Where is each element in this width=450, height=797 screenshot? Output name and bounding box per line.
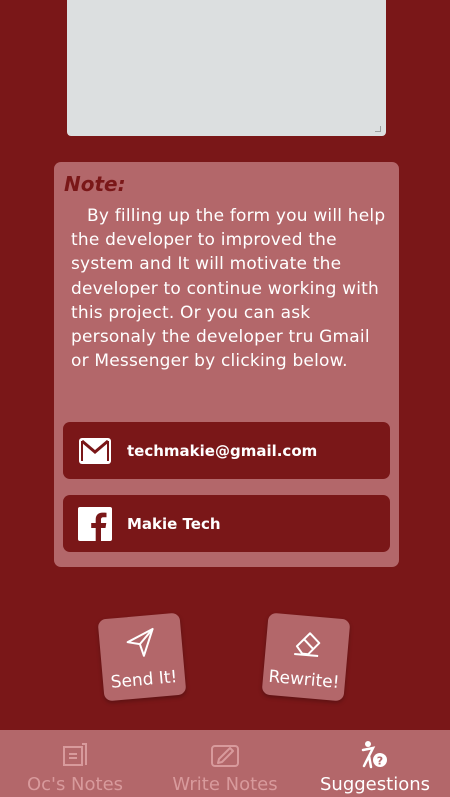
send-icon <box>122 625 159 662</box>
send-label: Send It! <box>109 667 179 693</box>
resize-grip[interactable] <box>375 126 381 132</box>
notes-icon <box>60 740 90 770</box>
facebook-icon <box>78 506 112 541</box>
note-card: Note: By filling up the form you will he… <box>54 162 399 567</box>
nav-item-ocs-notes[interactable]: Oc's Notes <box>0 730 150 797</box>
eraser-icon <box>289 625 326 662</box>
nav-label: Oc's Notes <box>26 774 124 795</box>
facebook-label: Makie Tech <box>127 514 221 533</box>
send-button[interactable]: Send It! <box>97 612 187 702</box>
rewrite-button[interactable]: Rewrite! <box>261 612 351 702</box>
nav-item-write-notes[interactable]: Write Notes <box>150 730 300 797</box>
note-title: Note: <box>64 172 126 196</box>
facebook-contact-button[interactable]: Makie Tech <box>63 495 390 552</box>
rewrite-label: Rewrite! <box>267 666 341 693</box>
bottom-nav: Oc's Notes Write Notes ? Suggestions <box>0 730 450 797</box>
suggestion-textarea[interactable] <box>67 0 386 136</box>
suggestion-icon: ? <box>360 740 390 770</box>
nav-label: Suggestions <box>320 774 430 795</box>
svg-text:?: ? <box>377 755 383 768</box>
gmail-contact-button[interactable]: techmakie@gmail.com <box>63 422 390 479</box>
write-icon <box>210 740 240 770</box>
nav-item-suggestions[interactable]: ? Suggestions <box>300 730 450 797</box>
nav-label: Write Notes <box>172 774 278 795</box>
note-body: By filling up the form you will help the… <box>71 206 386 372</box>
gmail-icon <box>78 434 112 468</box>
gmail-label: techmakie@gmail.com <box>127 441 318 460</box>
